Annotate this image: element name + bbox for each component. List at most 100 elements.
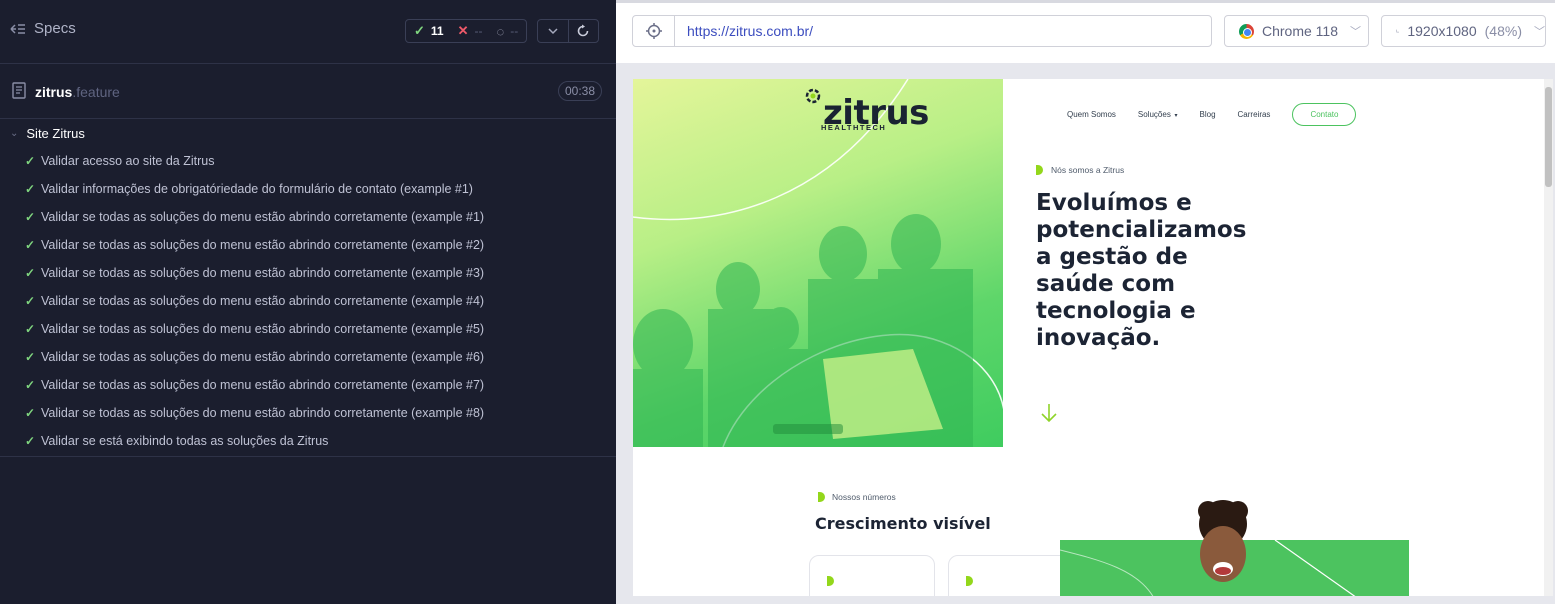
zitrus-logo-icon xyxy=(805,88,821,104)
test-item[interactable]: ✓ Validar informações de obrigatóriedade … xyxy=(0,175,616,203)
chevron-down-icon: ﹀ xyxy=(1534,26,1545,38)
crosshair-icon xyxy=(645,23,662,39)
test-item[interactable]: ✓ Validar se todas as soluções do menu es… xyxy=(0,231,616,259)
site-preview: zitrus HEALTHTECH Quem Somos Soluções ▾ … xyxy=(633,79,1553,596)
spinner-icon: ◌ xyxy=(496,23,505,39)
failed-count: -- xyxy=(474,24,483,38)
aut-toolbar: https://zitrus.com.br/ Chrome 118 ﹀ 1920… xyxy=(616,0,1555,63)
stat-card xyxy=(948,555,1074,596)
suite-title: Site Zitrus xyxy=(26,125,85,141)
cross-icon: ✕ xyxy=(457,23,469,38)
test-title: Validar se todas as soluções do menu est… xyxy=(41,406,485,420)
check-icon: ✓ xyxy=(25,210,36,224)
test-stats: ✓ 11 ✕ -- ◌ -- xyxy=(405,19,528,43)
half-dot-icon xyxy=(818,492,825,502)
hero-eyebrow-text: Nós somos a Zitrus xyxy=(1051,165,1125,175)
specs-label: Specs xyxy=(34,20,76,37)
file-basename: zitrus xyxy=(35,84,73,100)
test-title: Validar se todas as soluções do menu est… xyxy=(41,350,485,364)
viewport-scale: (48%) xyxy=(1484,23,1522,39)
half-dot-icon xyxy=(966,576,973,586)
passed-count: 11 xyxy=(430,24,444,38)
collapse-list-icon xyxy=(10,23,25,34)
suite-header[interactable]: ⌄ Site Zitrus xyxy=(0,119,616,147)
hero-image xyxy=(633,79,1003,447)
duration-badge: 00:38 xyxy=(558,81,603,101)
test-title: Validar informações de obrigatóriedade d… xyxy=(41,182,473,196)
chevron-down-icon: ⌄ xyxy=(10,127,19,139)
test-item[interactable]: ✓ Validar se todas as soluções do menu es… xyxy=(0,371,616,399)
numbers-title: Crescimento visível xyxy=(815,514,991,533)
numbers-eyebrow-text: Nossos números xyxy=(832,492,896,502)
nav-blog[interactable]: Blog xyxy=(1200,110,1216,119)
scrollbar-thumb[interactable] xyxy=(1545,87,1552,187)
site-logo-subtitle: HEALTHTECH xyxy=(821,123,887,132)
test-title: Validar se está exibindo todas as soluçõ… xyxy=(41,434,329,448)
test-item[interactable]: ✓ Validar se todas as soluções do menu es… xyxy=(0,343,616,371)
test-item[interactable]: ✓ Validar se todas as soluções do menu es… xyxy=(0,203,616,231)
half-dot-icon xyxy=(1036,165,1043,175)
check-icon: ✓ xyxy=(25,406,36,420)
document-icon xyxy=(12,82,26,99)
stat-card xyxy=(809,555,935,596)
test-item[interactable]: ✓ Validar se todas as soluções do menu es… xyxy=(0,287,616,315)
hero-headline: Evoluímos e potencializamos a gestão de … xyxy=(1036,190,1247,351)
test-item[interactable]: ✓ Validar se todas as soluções do menu es… xyxy=(0,315,616,343)
rerun-button[interactable] xyxy=(569,20,599,42)
check-icon: ✓ xyxy=(25,350,36,364)
selector-playground-button[interactable] xyxy=(633,16,675,46)
check-icon: ✓ xyxy=(25,322,36,336)
reporter-header: Specs ✓ 11 ✕ -- ◌ -- xyxy=(0,0,616,64)
suite-block: ⌄ Site Zitrus ✓ Validar acesso ao site da… xyxy=(0,119,616,457)
reporter-controls xyxy=(537,19,599,43)
numbers-eyebrow: Nossos números xyxy=(818,492,896,502)
test-title: Validar se todas as soluções do menu est… xyxy=(41,266,485,280)
chrome-icon xyxy=(1239,23,1254,39)
passed-stat: ✓ 11 xyxy=(414,23,444,39)
check-icon: ✓ xyxy=(25,238,36,252)
half-dot-icon xyxy=(827,576,834,586)
arrow-down-icon[interactable] xyxy=(1040,402,1058,424)
site-scrollbar[interactable] xyxy=(1544,79,1553,596)
nav-solucoes-label: Soluções xyxy=(1137,110,1171,119)
test-title: Validar se todas as soluções do menu est… xyxy=(41,322,485,336)
nav-quem-somos[interactable]: Quem Somos xyxy=(1067,110,1116,119)
test-title: Validar se todas as soluções do menu est… xyxy=(41,210,485,224)
refresh-icon xyxy=(577,24,589,37)
check-icon: ✓ xyxy=(25,182,36,196)
test-item[interactable]: ✓ Validar se está exibindo todas as soluç… xyxy=(0,427,616,455)
test-title: Validar acesso ao site da Zitrus xyxy=(41,154,215,168)
browser-name: Chrome 118 xyxy=(1262,23,1339,39)
test-title: Validar se todas as soluções do menu est… xyxy=(41,378,485,392)
smiling-woman-photo xyxy=(1198,500,1248,582)
pending-stat: ◌ -- xyxy=(497,24,519,39)
caret-down-icon: ▾ xyxy=(1172,113,1178,119)
viewport-size: 1920x1080 xyxy=(1407,23,1477,39)
viewport-selector[interactable]: 1920x1080 (48%) ﹀ xyxy=(1381,15,1546,47)
check-icon: ✓ xyxy=(25,266,36,280)
hero-eyebrow: Nós somos a Zitrus xyxy=(1036,165,1124,175)
spec-file-row[interactable]: zitrus.feature 00:38 xyxy=(0,64,616,119)
nav-carreiras[interactable]: Carreiras xyxy=(1238,110,1271,119)
url-text[interactable]: https://zitrus.com.br/ xyxy=(675,16,813,46)
expand-collapse-button[interactable] xyxy=(538,20,569,42)
spec-file-name: zitrus.feature xyxy=(35,84,120,100)
test-reporter-panel: Specs ✓ 11 ✕ -- ◌ -- zitrus.feature 00:3… xyxy=(0,0,616,604)
test-title: Validar se todas as soluções do menu est… xyxy=(41,294,485,308)
site-nav: Quem Somos Soluções ▾ Blog Carreiras Con… xyxy=(1067,103,1357,126)
check-icon: ✓ xyxy=(25,378,36,392)
test-item[interactable]: ✓ Validar acesso ao site da Zitrus xyxy=(0,147,616,175)
chevron-down-icon xyxy=(548,28,558,35)
test-item[interactable]: ✓ Validar se todas as soluções do menu es… xyxy=(0,399,616,427)
contact-button[interactable]: Contato xyxy=(1292,103,1357,126)
test-item[interactable]: ✓ Validar se todas as soluções do menu es… xyxy=(0,259,616,287)
hero-photo-illustration xyxy=(633,79,1003,447)
check-icon: ✓ xyxy=(25,294,36,308)
check-icon: ✓ xyxy=(414,23,425,38)
nav-solucoes[interactable]: Soluções ▾ xyxy=(1138,110,1178,119)
ruler-icon xyxy=(1396,29,1400,33)
browser-selector[interactable]: Chrome 118 ﹀ xyxy=(1224,15,1369,47)
app-under-test-panel: https://zitrus.com.br/ Chrome 118 ﹀ 1920… xyxy=(616,0,1555,604)
test-list: ✓ Validar acesso ao site da Zitrus ✓ Valid… xyxy=(0,147,616,457)
specs-button[interactable]: Specs xyxy=(10,20,76,37)
